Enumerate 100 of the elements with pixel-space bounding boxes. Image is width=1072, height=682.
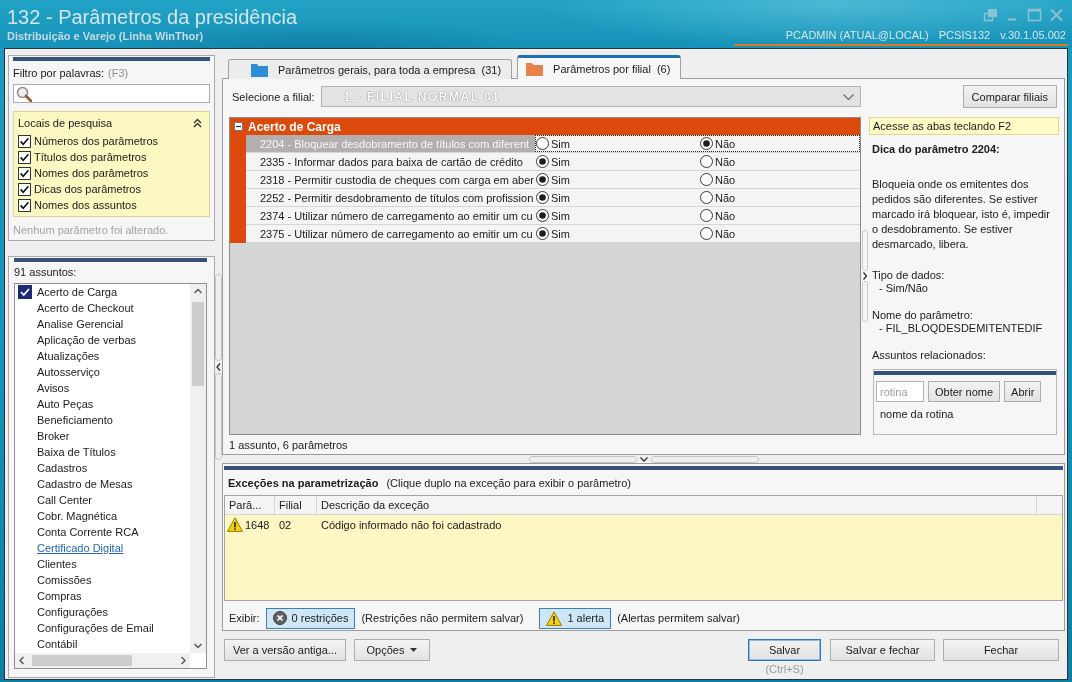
button[interactable]: Fechar	[943, 639, 1059, 661]
column-header[interactable]: Parâ...	[225, 496, 275, 514]
list-item[interactable]: Configurações de Email	[15, 620, 190, 636]
panel-title: Exceções na parametrização	[228, 476, 379, 490]
table-cell-text: Código informado não foi cadastrado	[320, 518, 503, 531]
tab[interactable]: Parâmetros por filial (6)	[517, 55, 682, 79]
list-item[interactable]: Aplicação de verbas	[15, 332, 190, 348]
list-item[interactable]: Configurações	[15, 604, 190, 620]
help-value: - FIL_BLOQDESDEMITENTEDIF	[878, 322, 1044, 335]
column-header[interactable]: Descrição da exceção	[317, 496, 1037, 514]
link[interactable]: Certificado Digital	[15, 540, 190, 556]
shortcut-hint: (F3)	[108, 66, 129, 80]
radio-button[interactable]: Sim	[535, 191, 570, 204]
radio-button[interactable]: Não	[699, 191, 736, 204]
radio-button[interactable]: Não	[699, 227, 736, 240]
count-label: 91 assuntos:	[14, 265, 78, 279]
branch-label: Selecione a filial:	[232, 89, 315, 104]
toggle-button[interactable]: 1 alerta	[539, 607, 612, 629]
list-item[interactable]: Baixa de Títulos	[15, 444, 190, 460]
checkbox[interactable]: Nomes dos parâmetros	[18, 165, 205, 181]
list-item[interactable]: Atualizações	[15, 348, 190, 364]
radio-button[interactable]: Não	[699, 209, 736, 222]
radio-button[interactable]: Sim	[535, 227, 570, 240]
list-item[interactable]: Acerto de Checkout	[15, 300, 190, 316]
help-heading: Nome do parâmetro:	[872, 308, 974, 322]
search-field[interactable]	[13, 84, 210, 103]
list-item[interactable]: Contábil	[15, 636, 190, 652]
warning-icon	[227, 517, 243, 532]
maximize-icon[interactable]	[1027, 8, 1042, 22]
help-title: Dica do parâmetro 2204:	[872, 142, 1001, 156]
list-item[interactable]: Cadastro de Mesas	[15, 476, 190, 492]
close-icon[interactable]	[1049, 8, 1064, 22]
list-item[interactable]: Beneficiamento	[15, 412, 190, 428]
list-item[interactable]: Avisos	[15, 380, 190, 396]
button[interactable]: Ver a versão antiga...	[224, 639, 346, 661]
hint-banner: Acesse as abas teclando F2	[869, 117, 1059, 135]
list-item[interactable]: Call Center	[15, 492, 190, 508]
horizontal-scrollbar[interactable]	[15, 653, 190, 668]
window-title: 132 - Parâmetros da presidência	[7, 5, 298, 30]
checkbox[interactable]: Nomes dos assuntos	[18, 197, 205, 213]
warning-icon	[546, 610, 563, 626]
button[interactable]: Opções	[353, 639, 430, 661]
button[interactable]: Salvar	[748, 639, 821, 661]
button[interactable]: Abrir	[1004, 381, 1042, 402]
radio-button[interactable]: Não	[699, 137, 736, 150]
window-subtitle: Distribuição e Varejo (Linha WinThor)	[7, 30, 205, 43]
radio-button[interactable]: Não	[699, 173, 736, 186]
parameter-label[interactable]: 2318 - Permitir custodia de cheques com carga em aber	[246, 171, 535, 188]
list-item[interactable]: Auto Peças	[15, 396, 190, 412]
parameter-label[interactable]: 2374 - Utilizar número de carregamento ao emitir um cu	[246, 207, 535, 224]
list-item[interactable]: Acerto de Carga	[15, 284, 190, 300]
summary-text: 1 assunto, 6 parâmetros	[229, 438, 349, 452]
list-item[interactable]: Autosserviço	[15, 364, 190, 380]
minus-box-icon[interactable]	[234, 122, 243, 131]
list-item[interactable]: Conta Corrente RCA	[15, 524, 190, 540]
list-item[interactable]: Comissões	[15, 572, 190, 588]
radio-button[interactable]: Sim	[535, 155, 570, 168]
user-label: PCADMIN (ATUAL@LOCAL)	[785, 29, 929, 42]
x-circle-icon	[272, 611, 287, 625]
result-text: nome da rotina	[879, 407, 955, 421]
chevron-down-icon	[843, 93, 854, 100]
help-heading: Assuntos relacionados:	[872, 348, 987, 362]
radio-button[interactable]: Sim	[535, 137, 570, 150]
list-item[interactable]: Cadastros	[15, 460, 190, 476]
routine-field[interactable]: rotina	[876, 381, 924, 402]
radio-button[interactable]: Sim	[535, 173, 570, 186]
parameter-label[interactable]: 2252 - Permitir desdobramento de títulos com profission	[246, 189, 535, 206]
table-cell: 1648	[245, 517, 270, 532]
restore-icon[interactable]	[983, 8, 998, 22]
program-code: PCSIS132	[938, 29, 991, 42]
splitter-handle[interactable]	[862, 230, 868, 322]
panel-hint: (Clique duplo na exceção para exibir o parâmetro)	[386, 476, 631, 490]
button[interactable]: Salvar e fechar	[830, 639, 935, 661]
toggle-button[interactable]: 0 restrições	[265, 607, 356, 629]
group-title: Acerto de Carga	[248, 119, 341, 134]
vertical-scrollbar[interactable]	[190, 284, 206, 653]
double-chevron-up-icon[interactable]	[193, 117, 202, 128]
note-text: (Alertas permitem salvar)	[617, 612, 740, 624]
splitter-handle[interactable]	[215, 273, 222, 460]
caret-icon	[410, 648, 418, 652]
status-text: Nenhum parâmetro foi alterado.	[13, 223, 170, 237]
checkbox[interactable]: Dicas dos parâmetros	[18, 181, 205, 197]
parameter-label[interactable]: 2335 - Informar dados para baixa de cartão de crédito	[246, 153, 535, 170]
radio-button[interactable]: Não	[699, 155, 736, 168]
list-item[interactable]: Compras	[15, 588, 190, 604]
checkbox[interactable]: Números dos parâmetros	[18, 133, 205, 149]
button[interactable]: Obter nome	[928, 381, 1001, 402]
search-icon	[16, 85, 32, 102]
parameter-label[interactable]: 2375 - Utilizar número de carregamento ao emitir um cu	[246, 225, 535, 242]
radio-button[interactable]: Sim	[535, 209, 570, 222]
splitter-handle[interactable]	[528, 455, 759, 463]
list-item[interactable]: Broker	[15, 428, 190, 444]
checkbox[interactable]: Títulos dos parâmetros	[18, 149, 205, 165]
help-description: Bloqueia onde os emitentes dos pedidos são diferentes. Se estiver marcado irá bloquear, isto é, impedir o desdobramento. Se estiver desmarcado, libera.	[872, 177, 1051, 252]
section-title: Locais de pesquisa	[18, 115, 113, 130]
column-header[interactable]: Filial	[275, 496, 317, 514]
list-item[interactable]: Clientes	[15, 556, 190, 572]
tab[interactable]: Parâmetros gerais, para toda a empresa (31)	[228, 59, 513, 79]
list-item[interactable]: Analise Gerencial	[15, 316, 190, 332]
list-item[interactable]: Cobr. Magnética	[15, 508, 190, 524]
